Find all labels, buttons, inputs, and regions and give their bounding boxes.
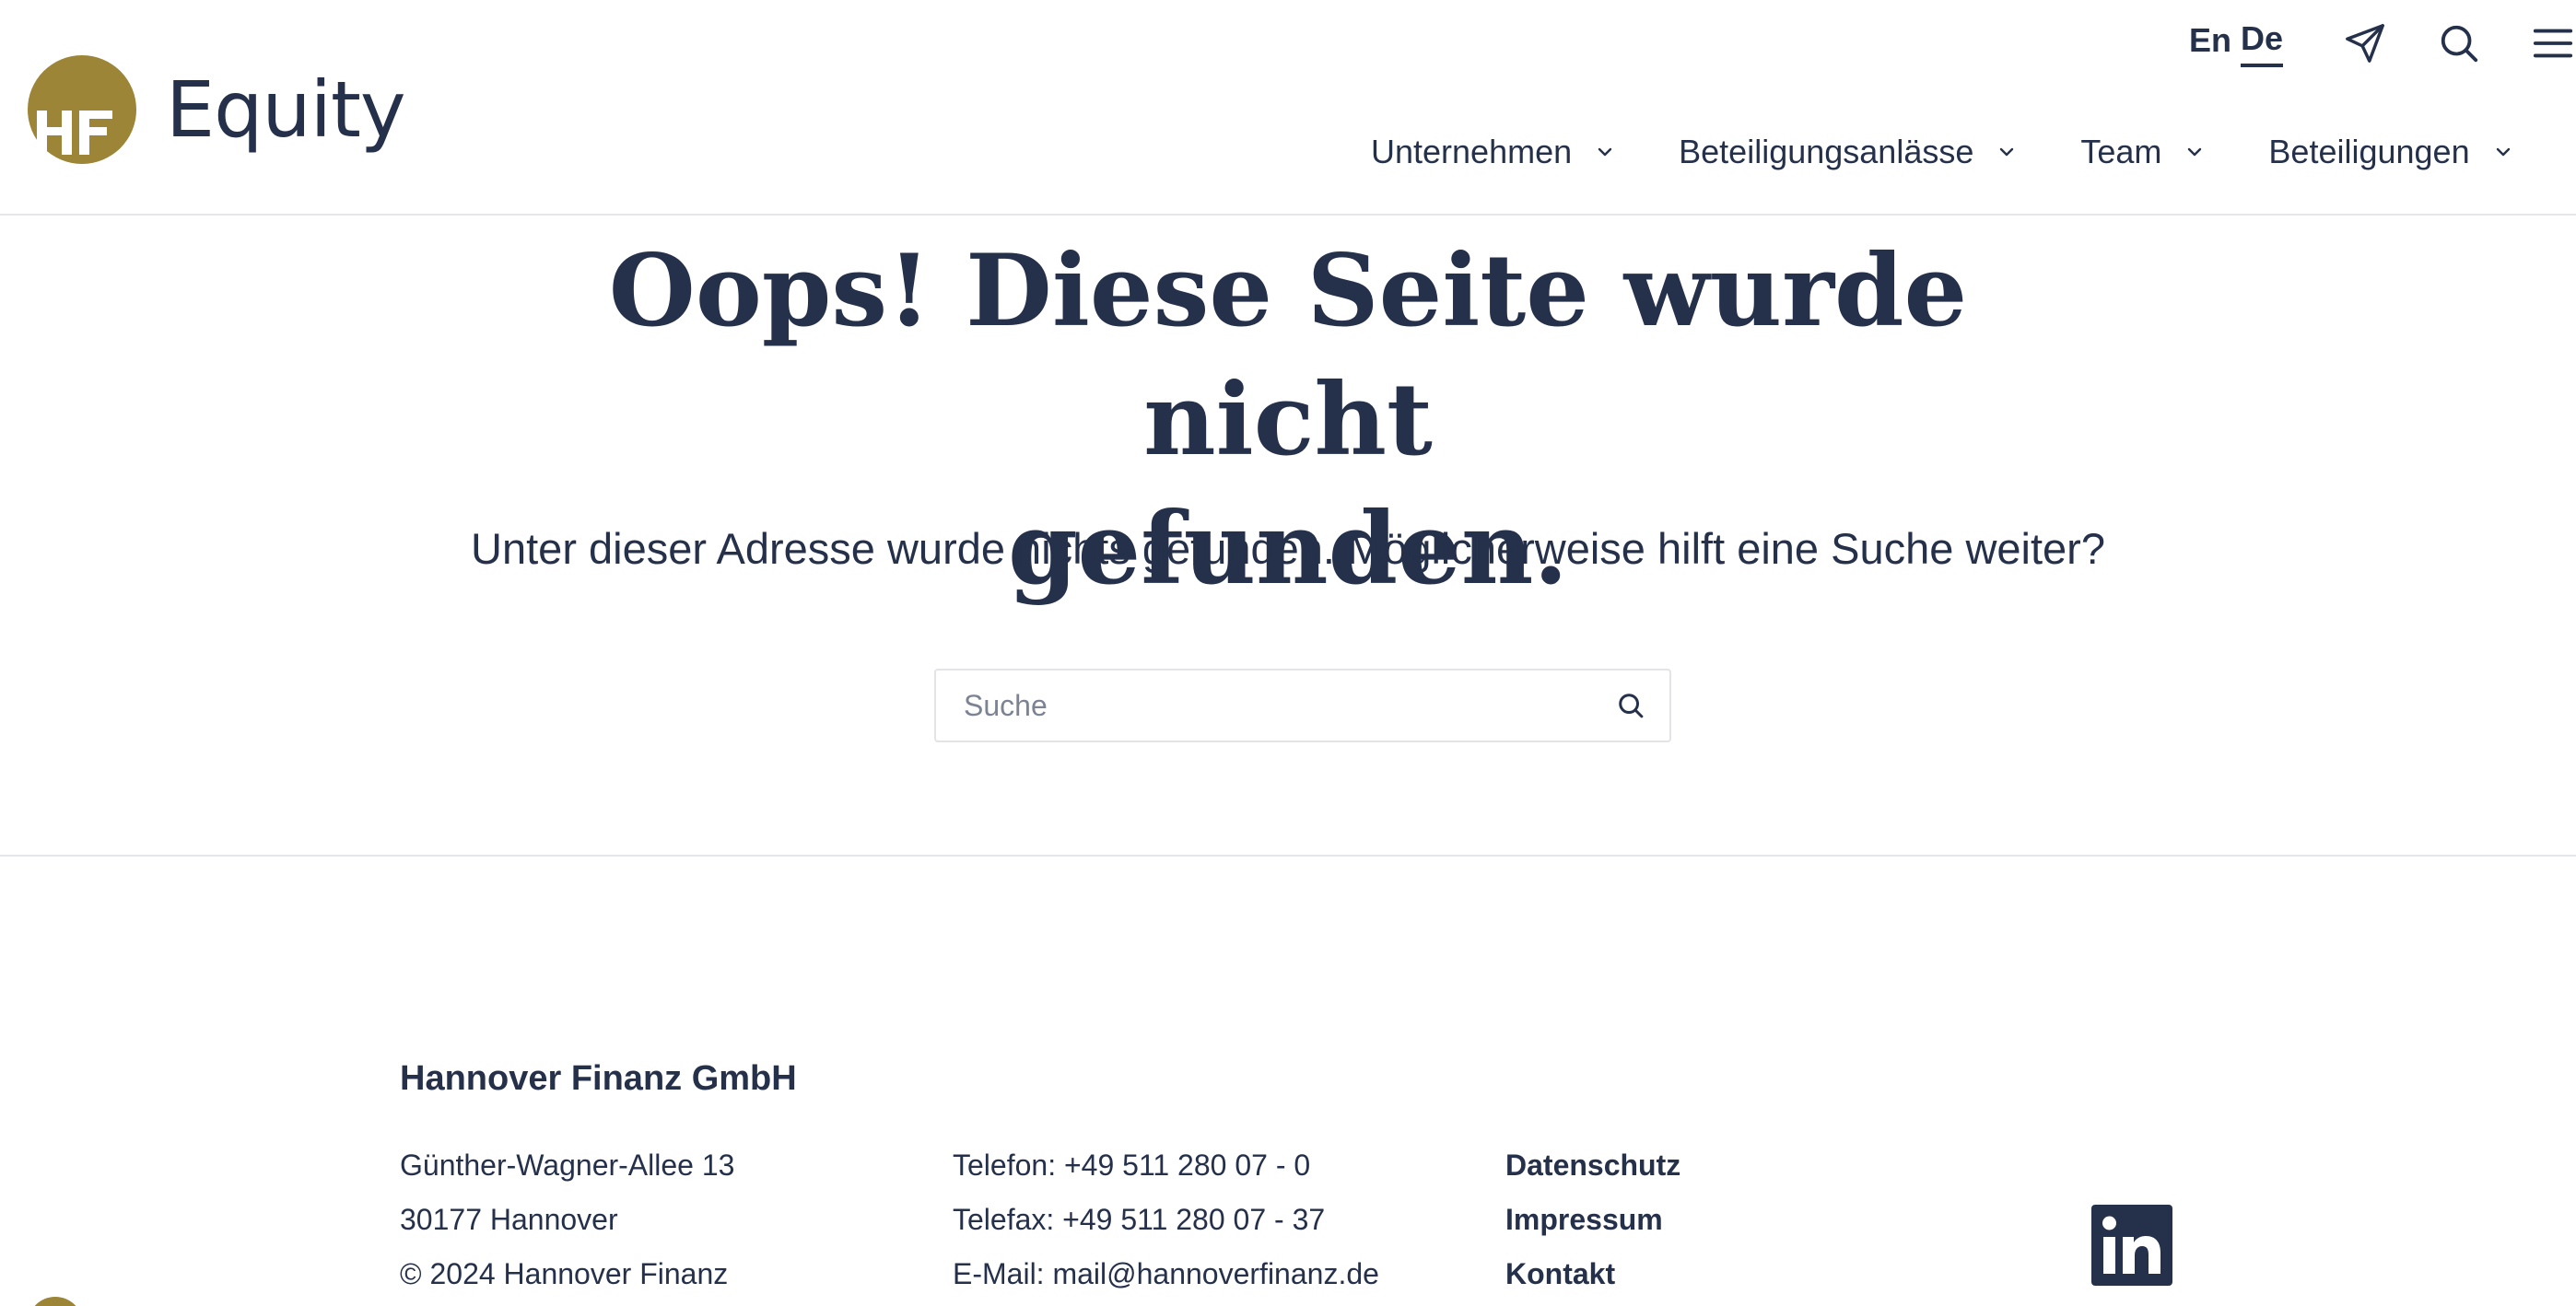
linkedin-icon — [2091, 1205, 2172, 1286]
link-impressum[interactable]: Impressum — [1505, 1193, 1680, 1247]
linkedin-link[interactable] — [2091, 1205, 2172, 1286]
address-city: 30177 Hannover — [400, 1203, 618, 1236]
menu-button[interactable] — [2526, 17, 2576, 70]
title-line-1: Oops! Diese Seite wurde nicht — [608, 233, 1968, 478]
link-datenschutz[interactable]: Datenschutz — [1505, 1138, 1680, 1193]
nav-unternehmen[interactable]: Unternehmen — [1371, 133, 1614, 171]
search-icon — [1619, 694, 1644, 718]
page: Equity En De Unternehmen Beteiligungsanl… — [0, 0, 2576, 1306]
menu-icon — [2533, 29, 2573, 58]
language-switcher: En De — [2189, 19, 2283, 67]
main-content: Oops! Diese Seite wurde nicht gefunden. … — [0, 217, 2576, 857]
lang-en[interactable]: En — [2189, 21, 2231, 65]
paper-plane-icon — [2346, 24, 2384, 63]
nav-label: Beteiligungsanlässe — [1679, 133, 1974, 170]
cookie-badge[interactable] — [28, 1297, 83, 1306]
header-search-button[interactable] — [2432, 17, 2486, 70]
nav-beteiligungen[interactable]: Beteiligungen — [2268, 133, 2512, 171]
chevron-down-icon — [2188, 147, 2202, 157]
search-form — [934, 669, 1671, 742]
chevron-down-icon — [2496, 147, 2510, 157]
footer-company-name: Hannover Finanz GmbH — [400, 1059, 797, 1098]
footer-contact: Telefon: +49 511 280 07 - 0 Telefax: +49… — [953, 1138, 1379, 1301]
nav-label: Unternehmen — [1371, 133, 1573, 170]
copyright: © 2024 Hannover Finanz — [400, 1257, 729, 1290]
brand-name: Equity — [166, 64, 406, 155]
main-nav: Unternehmen Beteiligungsanlässe Team Bet… — [1371, 129, 2576, 175]
search-icon — [2441, 25, 2478, 63]
nav-beteiligungsanlaesse[interactable]: Beteiligungsanlässe — [1679, 133, 2016, 171]
site-header: Equity En De Unternehmen Beteiligungsanl… — [0, 0, 2576, 216]
contact-button[interactable] — [2338, 17, 2392, 70]
chevron-down-icon — [1598, 147, 1612, 157]
phone[interactable]: Telefon: +49 511 280 07 - 0 — [953, 1138, 1379, 1193]
nav-team[interactable]: Team — [2080, 133, 2204, 171]
chevron-down-icon — [2000, 147, 2014, 157]
footer-address: Günther-Wagner-Allee 13 30177 Hannover ©… — [400, 1138, 734, 1301]
nav-label: Team — [2080, 133, 2162, 170]
utility-bar: En De — [2189, 11, 2576, 76]
fax: Telefax: +49 511 280 07 - 37 — [953, 1203, 1326, 1236]
link-kontakt[interactable]: Kontakt — [1505, 1247, 1680, 1301]
search-input[interactable] — [964, 670, 1572, 740]
lang-de[interactable]: De — [2240, 19, 2283, 67]
search-submit-button[interactable] — [1614, 689, 1647, 722]
address-street: Günther-Wagner-Allee 13 — [400, 1149, 735, 1182]
nav-label: Beteiligungen — [2268, 133, 2470, 170]
email[interactable]: E-Mail: mail@hannoverfinanz.de — [953, 1247, 1379, 1301]
footer-links: Datenschutz Impressum Kontakt — [1505, 1138, 1680, 1301]
hf-logo-icon — [28, 55, 136, 164]
page-subtitle: Unter dieser Adresse wurde nichts gefund… — [471, 524, 2105, 573]
brand-logo[interactable]: Equity — [28, 55, 406, 164]
